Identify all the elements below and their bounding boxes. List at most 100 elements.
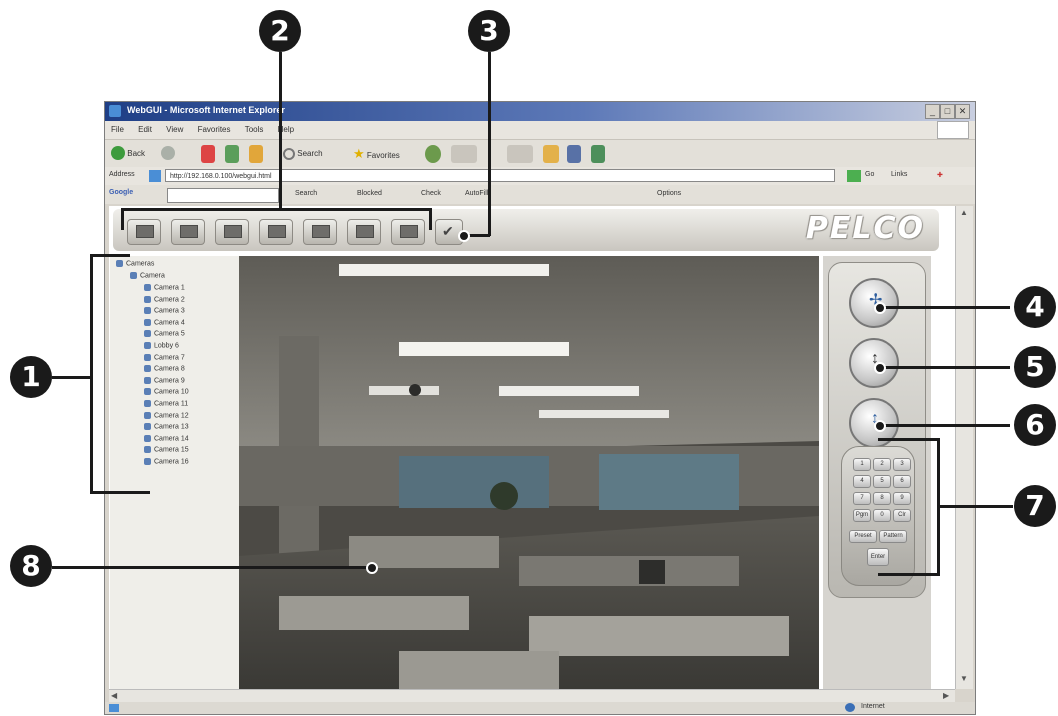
google-search-input[interactable] — [167, 188, 279, 203]
tree-item-camera[interactable]: Camera 12 — [144, 411, 189, 419]
home-icon[interactable] — [249, 145, 263, 163]
keypad-key[interactable]: 8 — [873, 492, 891, 505]
zoom-control[interactable]: ↕ — [849, 338, 899, 388]
layout-1plus5-button[interactable] — [259, 219, 293, 245]
keypad-key[interactable]: Pgm — [853, 509, 871, 522]
monitor-icon — [356, 225, 374, 238]
keypad-pattern-button[interactable]: Pattern — [879, 530, 907, 543]
layout-2x2-button[interactable] — [171, 219, 205, 245]
maximize-button[interactable]: □ — [940, 104, 955, 119]
tree-item-camera[interactable]: Camera 9 — [144, 376, 185, 384]
refresh-icon[interactable] — [225, 145, 239, 163]
tree-item-camera[interactable]: Camera 14 — [144, 434, 189, 442]
folder-icon[interactable] — [543, 145, 559, 163]
tree-item-camera-label: Camera 10 — [154, 388, 189, 396]
keypad-key[interactable]: 0 — [873, 509, 891, 522]
options-button[interactable]: Options — [657, 190, 681, 197]
tree-item-camera[interactable]: Lobby 6 — [144, 342, 179, 349]
menu-tools[interactable]: Tools — [245, 125, 264, 134]
title-bar: WebGUI - Microsoft Internet Explorer _ □… — [105, 102, 975, 121]
keypad-key[interactable]: 5 — [873, 475, 891, 488]
links-button[interactable]: Links — [891, 171, 907, 178]
camera-tree: Cameras Camera Camera 1 Camera 2 Camera 3 Cam… — [110, 256, 239, 689]
tree-item-camera-label: Camera 8 — [154, 365, 185, 373]
tree-group-camera[interactable]: Camera — [130, 272, 165, 279]
keypad-key[interactable]: 4 — [853, 475, 871, 488]
scroll-left-icon[interactable]: ◀ — [111, 691, 117, 700]
go-arrow-icon[interactable] — [847, 170, 861, 182]
address-input[interactable]: http://192.168.0.100/webgui.html — [165, 169, 835, 182]
check-button[interactable]: Check — [421, 190, 441, 197]
keypad-key[interactable]: 1 — [853, 458, 871, 471]
history-icon[interactable] — [451, 145, 477, 163]
scroll-down-icon[interactable]: ▼ — [960, 674, 968, 683]
menu-view[interactable]: View — [166, 125, 183, 134]
camera-icon — [144, 434, 151, 442]
vertical-scrollbar[interactable]: ▲ ▼ — [955, 206, 973, 689]
tree-item-camera[interactable]: Camera 4 — [144, 318, 185, 326]
back-button[interactable]: Back — [111, 145, 155, 163]
callout-5-leader — [880, 366, 1010, 369]
layout-1plus12-button[interactable] — [347, 219, 381, 245]
layout-3x3-button[interactable] — [215, 219, 249, 245]
mail-icon[interactable] — [507, 145, 533, 163]
close-button[interactable]: ✕ — [955, 104, 970, 119]
tree-root-cameras[interactable]: Cameras — [116, 260, 154, 267]
pelco-logo: PELCO — [805, 211, 925, 246]
keypad-key[interactable]: 3 — [893, 458, 911, 471]
camera-icon — [144, 365, 151, 373]
forward-button[interactable] — [161, 145, 185, 163]
tree-item-camera[interactable]: Camera 7 — [144, 353, 185, 361]
address-label: Address — [109, 171, 135, 178]
keypad-enter-button[interactable]: Enter — [867, 548, 889, 566]
tree-item-camera[interactable]: Camera 2 — [144, 295, 185, 303]
pan-tilt-control[interactable]: ✢ — [849, 278, 899, 328]
layout-single-button[interactable] — [127, 219, 161, 245]
callout-3-dot — [458, 230, 470, 242]
go-button[interactable]: Go — [865, 171, 874, 178]
keypad-key[interactable]: 2 — [873, 458, 891, 471]
menu-favorites[interactable]: Favorites — [198, 125, 231, 134]
google-toolbar: Google Search Blocked Check AutoFill Opt… — [105, 185, 975, 204]
favorites-button[interactable]: ★ Favorites — [353, 145, 415, 163]
menu-file[interactable]: File — [111, 125, 124, 134]
callout-3-leader — [488, 52, 491, 236]
search-button[interactable]: Search — [283, 145, 343, 163]
links-extra-icon: ✚ — [937, 172, 943, 179]
video-view[interactable] — [239, 256, 819, 689]
scroll-up-icon[interactable]: ▲ — [960, 208, 968, 217]
horizontal-scrollbar[interactable]: ◀ ▶ — [109, 689, 955, 703]
minimize-button[interactable]: _ — [925, 104, 940, 119]
tree-item-camera[interactable]: Camera 1 — [144, 284, 185, 291]
tree-item-camera[interactable]: Camera 11 — [144, 400, 188, 407]
tree-item-camera[interactable]: Camera 10 — [144, 388, 189, 396]
autofill-button[interactable]: AutoFill — [465, 190, 488, 197]
callout-3: 3 — [468, 10, 510, 52]
popup-blocked-button[interactable]: Blocked — [357, 190, 382, 197]
scroll-right-icon[interactable]: ▶ — [943, 691, 949, 700]
tree-item-camera[interactable]: Camera 16 — [144, 458, 189, 465]
ptz-control-panel: ✢ ↕ ↕ 1 2 3 4 5 6 7 8 9 Pgm 0 Clr Preset Pattern Enter — [823, 256, 931, 689]
camera-icon — [144, 376, 151, 384]
tree-item-camera[interactable]: Camera 3 — [144, 307, 185, 315]
layout-4x4-button[interactable] — [391, 219, 425, 245]
tree-item-camera[interactable]: Camera 5 — [144, 330, 185, 338]
messenger-icon[interactable] — [567, 145, 581, 163]
search-icon — [283, 147, 295, 160]
tool-icon[interactable] — [591, 145, 605, 163]
media-icon[interactable] — [425, 145, 441, 163]
callout-4-leader — [880, 306, 1010, 309]
keypad-preset-button[interactable]: Preset — [849, 530, 877, 543]
keypad-key[interactable]: 6 — [893, 475, 911, 488]
stop-icon[interactable] — [201, 145, 215, 163]
tree-item-camera[interactable]: Camera 13 — [144, 423, 189, 431]
keypad-key[interactable]: 7 — [853, 492, 871, 505]
keypad-key[interactable]: Clr — [893, 509, 911, 522]
status-bar: Internet — [105, 702, 975, 714]
tree-item-camera[interactable]: Camera 8 — [144, 365, 185, 373]
keypad-key[interactable]: 9 — [893, 492, 911, 505]
layout-1plus7-button[interactable] — [303, 219, 337, 245]
google-search-button[interactable]: Search — [295, 190, 317, 197]
tree-item-camera[interactable]: Camera 15 — [144, 446, 189, 454]
menu-edit[interactable]: Edit — [138, 125, 152, 134]
